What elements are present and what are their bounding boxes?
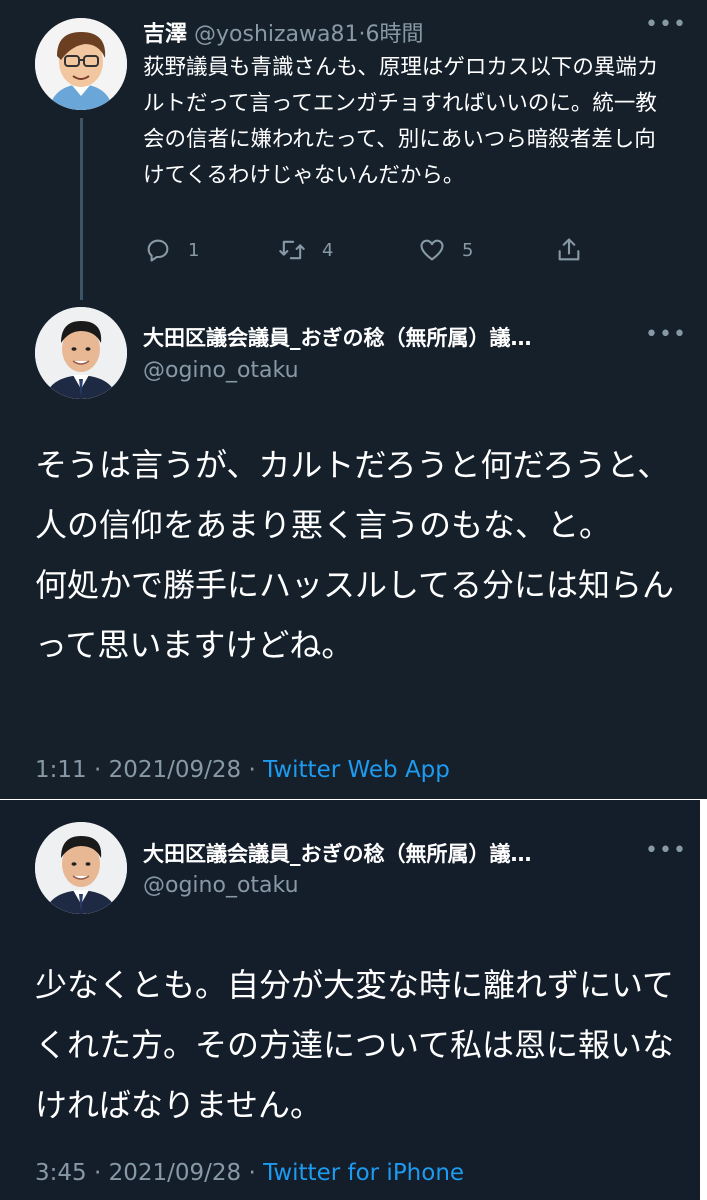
avatar-ogino[interactable]: [35, 822, 127, 914]
tweet2-timestamp[interactable]: 3:45 · 2021/09/28 ·: [35, 1160, 263, 1186]
image-edge-strip: [700, 800, 707, 1200]
reply-icon: [147, 239, 169, 262]
tweet2-meta: 3:45 · 2021/09/28 · Twitter for iPhone: [35, 1160, 464, 1186]
tweet2-panel: 大田区議会議員_おぎの稔（無所属）議… ••• @ogino_otaku 少なく…: [0, 800, 700, 1200]
share-button[interactable]: [555, 236, 583, 264]
share-icon: [558, 238, 580, 261]
tweet2-display-name[interactable]: 大田区議会議員_おぎの稔（無所属）議…: [143, 838, 532, 868]
tweet1-display-name[interactable]: 大田区議会議員_おぎの稔（無所属）議…: [143, 322, 532, 352]
tweet1-meta: 1:11 · 2021/09/28 · Twitter Web App: [35, 757, 450, 783]
like-button[interactable]: 5: [418, 236, 473, 264]
avatar-yoshizawa[interactable]: [35, 18, 127, 110]
reply-text: 荻野議員も青識さんも、原理はゲロカス以下の異端カルトだって言ってエンガチョすれば…: [143, 55, 659, 188]
tweet1-handle[interactable]: @ogino_otaku: [143, 358, 299, 383]
tweet1-text: そうは言うが、カルトだろうと何だろうと、人の信仰をあまり悪く言うのもな、と。 何…: [35, 446, 675, 664]
like-count: 5: [462, 239, 474, 261]
tweet1-source-link[interactable]: Twitter Web App: [263, 757, 450, 783]
heart-icon: [420, 239, 444, 261]
reply-handle[interactable]: @yoshizawa81: [194, 22, 359, 47]
separator-dot: ·: [358, 22, 366, 47]
reply-time[interactable]: 6時間: [366, 22, 424, 47]
thread-connector-line: [80, 118, 83, 300]
profile-photo-image: [35, 307, 127, 399]
profile-photo-image: [35, 822, 127, 914]
tweet2-handle[interactable]: @ogino_otaku: [143, 873, 299, 898]
tweet2-text: 少なくとも。自分が大変な時に離れずにいてくれた方。その方達について私は恩に報いな…: [35, 966, 675, 1124]
cartoon-avatar-image: [35, 18, 127, 110]
avatar-ogino[interactable]: [35, 307, 127, 399]
reply-header: 吉澤 @yoshizawa81·6時間: [143, 16, 424, 48]
retweet-icon: [279, 240, 305, 260]
retweet-button[interactable]: 4: [278, 236, 333, 264]
more-icon[interactable]: •••: [645, 322, 687, 347]
reply-display-name[interactable]: 吉澤: [143, 22, 187, 47]
tweet1-timestamp[interactable]: 1:11 · 2021/09/28 ·: [35, 757, 263, 783]
tweet-thread-panel: 吉澤 @yoshizawa81·6時間 ••• 荻野議員も青識さんも、原理はゲロ…: [0, 0, 707, 800]
more-icon[interactable]: •••: [645, 12, 687, 37]
more-icon[interactable]: •••: [645, 838, 687, 863]
reply-button[interactable]: 1: [144, 236, 199, 264]
reply-action-bar: 1 4 5: [140, 236, 600, 276]
tweet2-source-link[interactable]: Twitter for iPhone: [263, 1160, 464, 1186]
retweet-count: 4: [322, 239, 334, 261]
reply-count: 1: [188, 239, 200, 261]
